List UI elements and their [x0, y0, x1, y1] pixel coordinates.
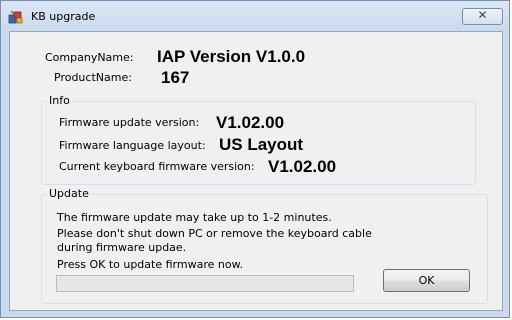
update-group-title: Update — [47, 187, 91, 200]
info-group-title: Info — [47, 94, 72, 107]
product-name-label: ProductName: — [54, 71, 132, 84]
update-progress-bar — [56, 275, 354, 292]
kb-upgrade-window: KB upgrade ✕ CompanyName: IAP Version V1… — [0, 0, 510, 318]
company-name-label: CompanyName: — [45, 51, 134, 64]
firmware-update-version-label: Firmware update version: — [59, 116, 200, 129]
update-message-line-1: The firmware update may take up to 1-2 m… — [57, 211, 332, 224]
current-firmware-version-value: V1.02.00 — [268, 157, 337, 176]
firmware-language-layout-label: Firmware language layout: — [59, 139, 206, 152]
dialog-body: CompanyName: IAP Version V1.0.0 ProductN… — [9, 31, 503, 311]
app-installer-icon — [8, 10, 23, 24]
update-message-line-2: Please don't shut down PC or remove the … — [57, 227, 372, 240]
firmware-update-version-value: V1.02.00 — [216, 113, 285, 132]
current-firmware-version-label: Current keyboard firmware version: — [59, 160, 255, 173]
close-button[interactable]: ✕ — [462, 8, 503, 25]
update-message-line-4: Press OK to update firmware now. — [57, 258, 244, 271]
update-message-line-3: during firmware updae. — [57, 241, 187, 254]
product-name-value: 167 — [161, 68, 190, 87]
company-name-value: IAP Version V1.0.0 — [157, 47, 306, 66]
info-groupbox: Info Firmware update version: V1.02.00 F… — [41, 94, 476, 185]
close-icon: ✕ — [477, 8, 488, 22]
window-title: KB upgrade — [31, 10, 96, 23]
ok-button[interactable]: OK — [383, 269, 470, 292]
title-bar[interactable]: KB upgrade ✕ — [1, 1, 509, 31]
firmware-language-layout-value: US Layout — [219, 135, 304, 154]
